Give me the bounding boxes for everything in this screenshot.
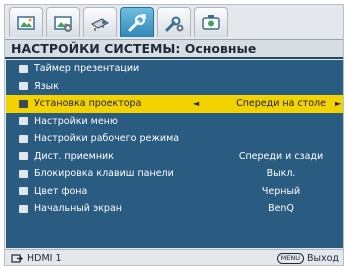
page-title: НАСТРОЙКИ СИСТЕМЫ: Основные: [5, 39, 343, 59]
menu-item-language[interactable]: Язык: [6, 78, 343, 96]
tab-picture[interactable]: [9, 7, 43, 37]
language-icon: [19, 82, 28, 90]
exit-label: Выход: [306, 253, 339, 264]
menu-item-value: Черный: [261, 185, 301, 197]
menu-item-label: Установка проектора: [34, 98, 142, 109]
arrow-right-icon[interactable]: ►: [335, 95, 341, 113]
menu-item-label: Цвет фона: [34, 185, 88, 197]
menu-tabs: [9, 7, 228, 39]
splash-screen-icon: [19, 204, 28, 213]
tab-system-setup-basic[interactable]: [120, 7, 154, 37]
input-source-label: HDMI 1: [27, 253, 62, 264]
system-setup-basic-icon: [128, 13, 146, 31]
menu-item-label: Начальный экран: [34, 203, 122, 214]
remote-receiver-icon: [19, 152, 28, 160]
menu-item-panel-key-lock[interactable]: Блокировка клавиш панели Выкл.: [6, 165, 343, 183]
projector-installation-icon: [19, 99, 28, 108]
menu-item-splash-screen[interactable]: Начальный экран BenQ: [6, 200, 343, 218]
status-bar: HDMI 1 MENU Выход: [5, 249, 343, 265]
menu-item-label: Дист. приемник: [34, 150, 114, 162]
menu-item-menu-settings[interactable]: Настройки меню: [6, 113, 343, 131]
menu-item-label: Язык: [34, 80, 59, 92]
menu-item-label: Настройки меню: [34, 115, 118, 127]
menu-settings-icon: [19, 117, 28, 125]
menu-key-icon: MENU: [276, 253, 304, 264]
menu-item-label: Таймер презентации: [34, 63, 140, 74]
menu-item-operation-settings[interactable]: Настройки рабочего режима: [6, 130, 343, 148]
information-icon: [202, 14, 220, 30]
menu-panel: Таймер презентации Язык Установка проект…: [6, 60, 343, 248]
menu-item-value: BenQ: [268, 203, 294, 214]
picture-icon: [17, 15, 35, 30]
input-source: HDMI 1: [11, 250, 62, 265]
tab-information[interactable]: [194, 7, 228, 37]
key-lock-icon: [19, 169, 28, 178]
picture-advanced-icon: [54, 15, 72, 32]
tab-picture-advanced[interactable]: [46, 7, 80, 37]
menu-item-value: Выкл.: [266, 168, 296, 179]
display-icon: [91, 17, 109, 31]
presentation-timer-icon: [19, 64, 28, 73]
menu-item-value: Спереди на столе: [236, 98, 326, 109]
background-color-icon: [19, 187, 28, 195]
system-setup-advanced-icon: [165, 16, 184, 31]
menu-item-label: Настройки рабочего режима: [34, 133, 180, 144]
tab-system-setup-advanced[interactable]: [157, 7, 191, 37]
menu-item-projector-installation[interactable]: Установка проектора ◄ Спереди на столе ►: [6, 95, 343, 113]
menu-item-label: Блокировка клавиш панели: [34, 168, 174, 179]
menu-item-value: Спереди и сзади: [238, 150, 324, 162]
operation-settings-icon: [19, 134, 28, 143]
menu-item-remote-receiver[interactable]: Дист. приемник Спереди и сзади: [6, 148, 343, 166]
input-source-icon: [11, 253, 23, 263]
menu-item-presentation-timer[interactable]: Таймер презентации: [6, 60, 343, 78]
exit-hint[interactable]: MENU Выход: [276, 250, 339, 265]
arrow-left-icon[interactable]: ◄: [193, 95, 199, 113]
menu-item-background-color[interactable]: Цвет фона Черный: [6, 183, 343, 201]
tab-display[interactable]: [83, 7, 117, 37]
osd-menu: НАСТРОЙКИ СИСТЕМЫ: Основные Таймер презе…: [4, 4, 344, 266]
